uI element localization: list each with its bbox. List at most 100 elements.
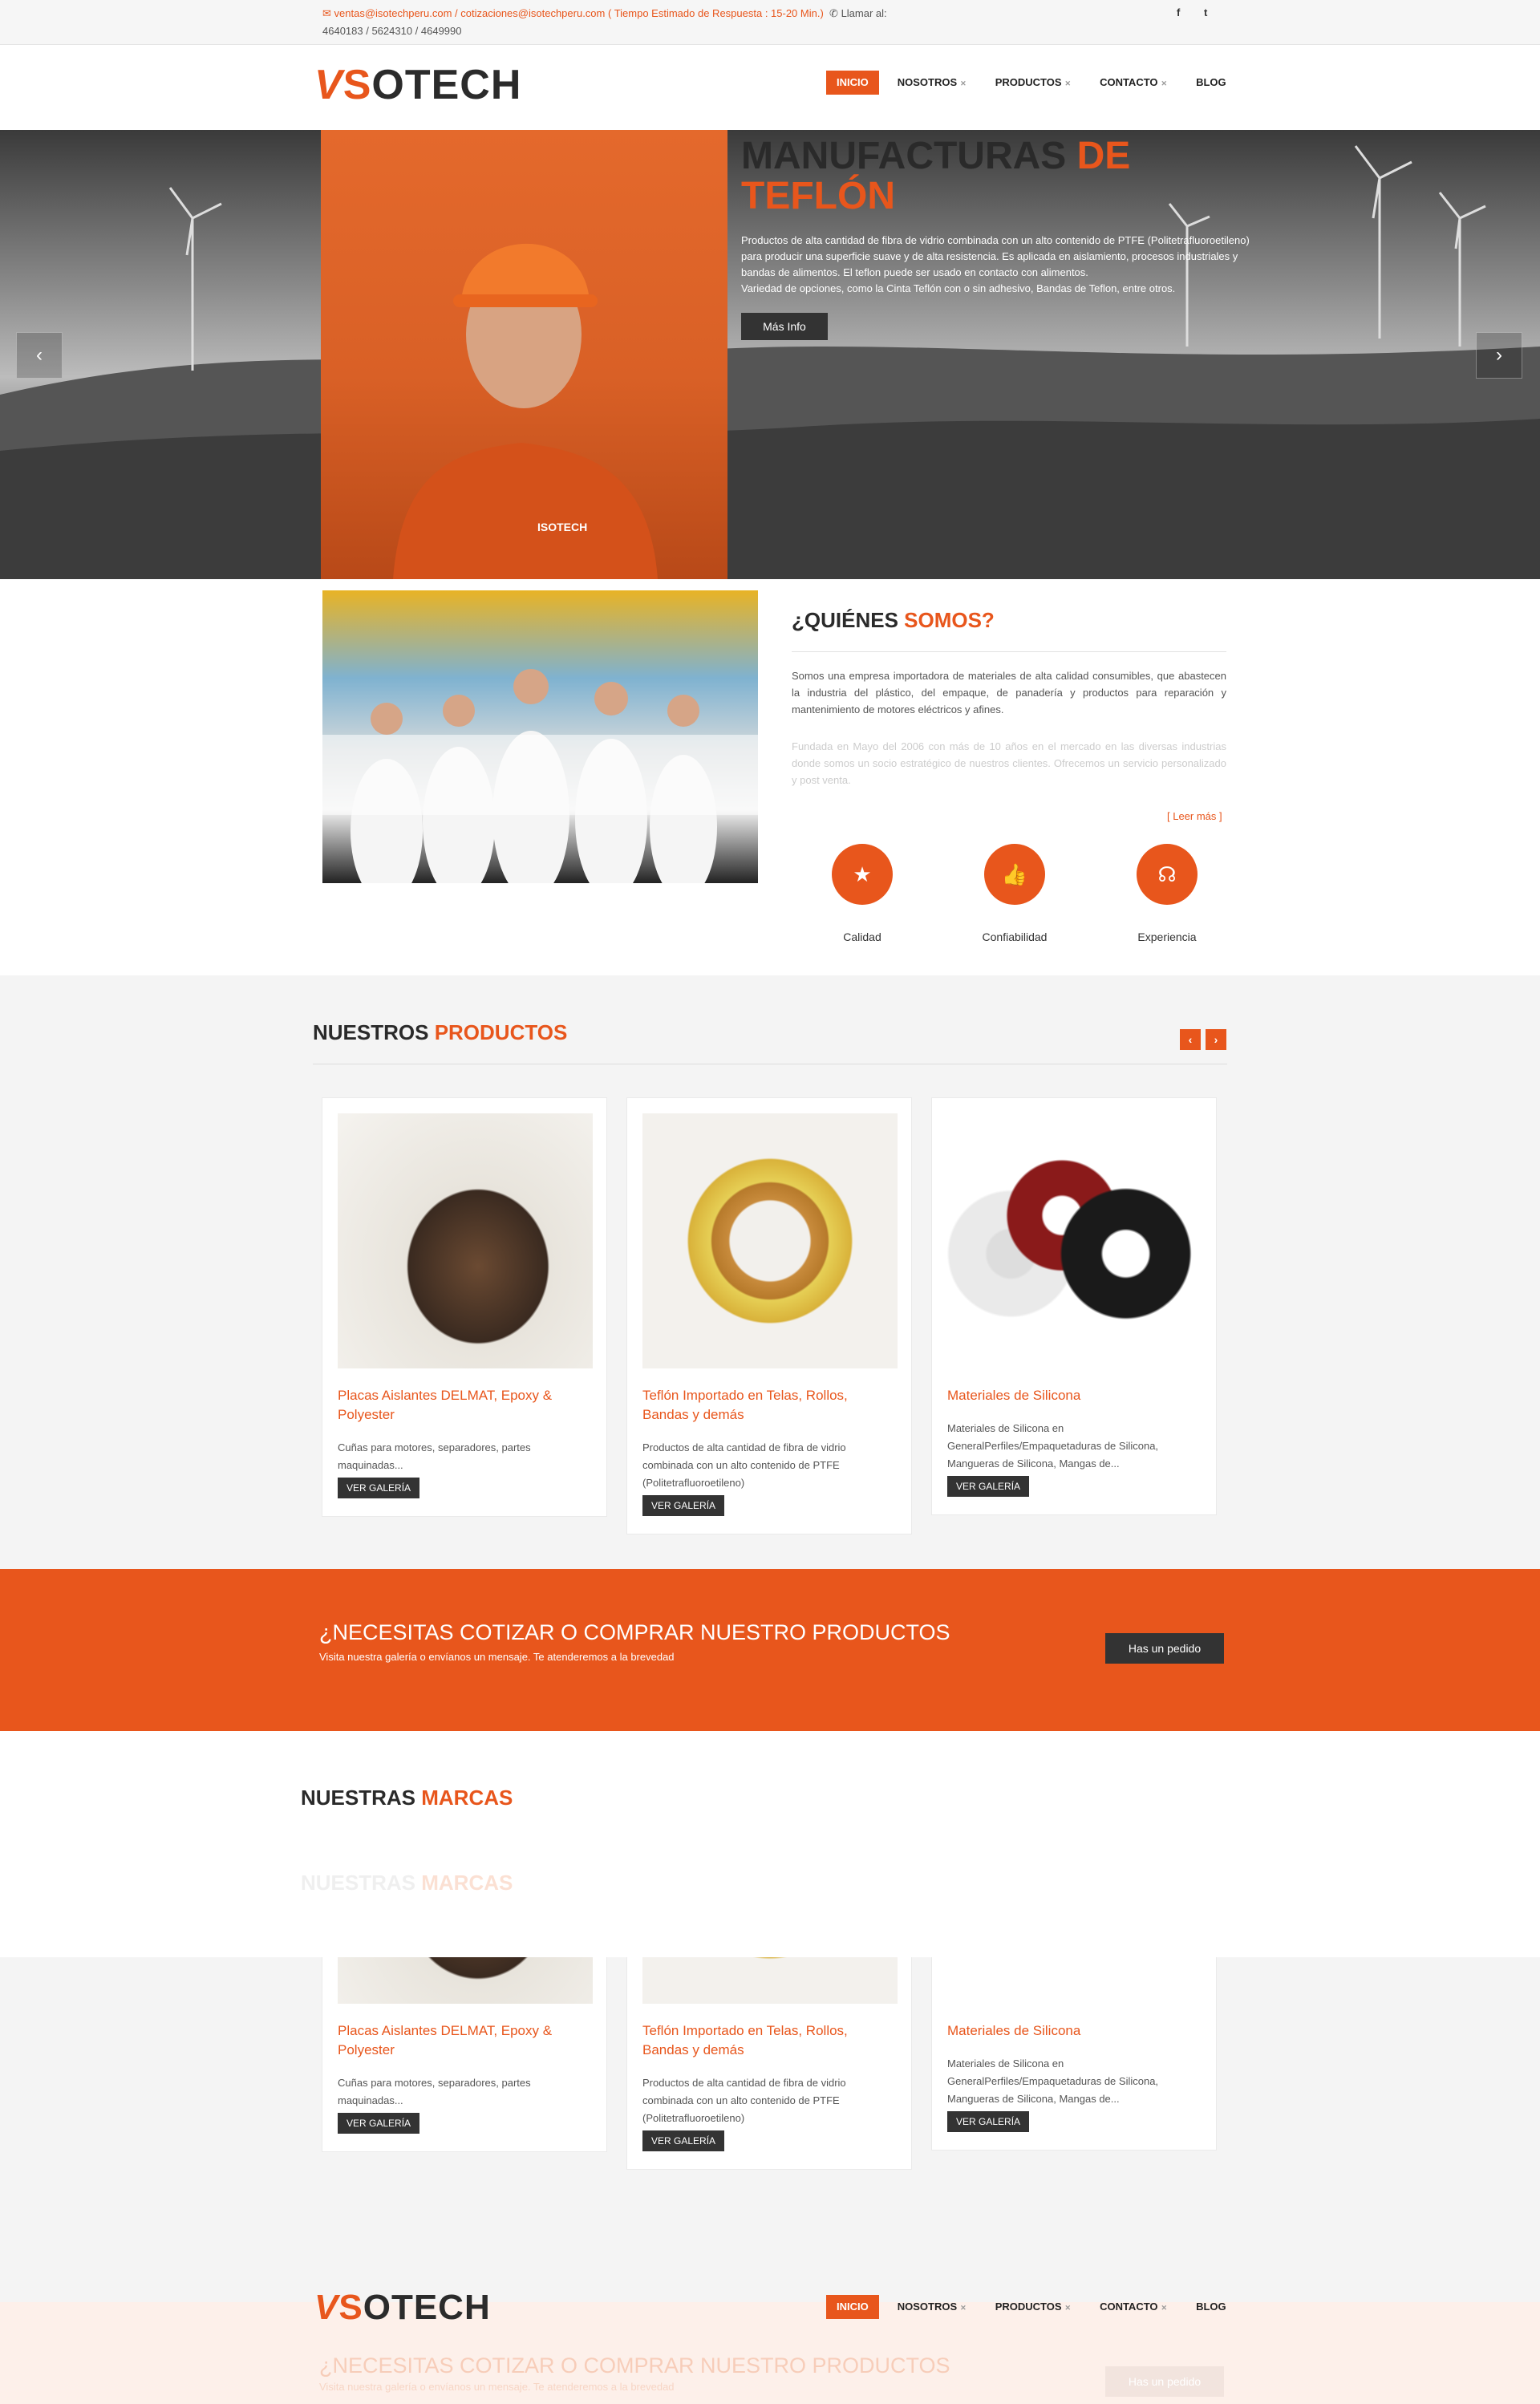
email-links[interactable]: ventas@isotechperu.com / cotizaciones@is… bbox=[334, 7, 606, 19]
about-title-a: ¿QUIÉNES bbox=[792, 608, 905, 632]
call-label: Llamar al: bbox=[841, 7, 887, 19]
nav-productos[interactable]: PRODUCTOS ✕ bbox=[985, 2295, 1081, 2319]
nav-contacto[interactable]: CONTACTO ✕ bbox=[1089, 2295, 1177, 2319]
about-title: ¿QUIÉNES SOMOS? bbox=[792, 608, 995, 633]
product-desc: Materiales de Silicona en GeneralPerfile… bbox=[947, 1422, 1159, 1470]
product-image[interactable] bbox=[642, 1113, 898, 1368]
hero-title-b: DE bbox=[1076, 135, 1131, 177]
cta-title-ghost: ¿NECESITAS COTIZAR O COMPRAR NUESTRO PRO… bbox=[319, 2353, 950, 2378]
nav-nosotros-label: NOSOTROS bbox=[897, 76, 958, 88]
product-image[interactable] bbox=[338, 1113, 593, 1368]
mail-icon: ✉ bbox=[322, 7, 331, 19]
gallery-button[interactable]: VER GALERÍA bbox=[947, 1476, 1030, 1497]
sticky-logo[interactable]: VSOTECH bbox=[314, 2288, 491, 2328]
more-info-button[interactable]: Más Info bbox=[741, 313, 828, 340]
nav-nosotros-label: NOSOTROS bbox=[897, 2301, 958, 2313]
nav-contacto-label: CONTACTO bbox=[1100, 76, 1158, 88]
divider bbox=[792, 651, 1226, 652]
hero-title-a: MANUFACTURAS bbox=[741, 135, 1077, 177]
nav-contacto-label: CONTACTO bbox=[1100, 2301, 1158, 2313]
nav-contacto[interactable]: CONTACTO ✕ bbox=[1089, 71, 1177, 95]
cta-banner bbox=[0, 1569, 1540, 1731]
headset-icon: ☊ bbox=[1137, 844, 1198, 905]
nav-blog[interactable]: BLOG bbox=[1185, 71, 1237, 95]
product-card[interactable]: Teflón Importado en Telas, Rollos, Banda… bbox=[626, 1097, 912, 1534]
nav-productos[interactable]: PRODUCTOS ✕ bbox=[985, 71, 1081, 95]
product-title[interactable]: Placas Aislantes DELMAT, Epoxy & Polyest… bbox=[338, 2021, 591, 2060]
product-image[interactable] bbox=[947, 1113, 1202, 1368]
twitter-icon[interactable]: t bbox=[1204, 6, 1207, 18]
cta-subtitle: Visita nuestra galería o envíanos un men… bbox=[319, 1651, 675, 1663]
order-button[interactable]: Has un pedido bbox=[1105, 1633, 1224, 1664]
logo-mark: V bbox=[314, 62, 343, 108]
nav-inicio[interactable]: INICIO bbox=[826, 71, 879, 95]
chevron-down-icon: ✕ bbox=[960, 79, 967, 87]
nav-nosotros[interactable]: NOSOTROS ✕ bbox=[887, 2295, 977, 2319]
worker-illustration: ISOTECH bbox=[393, 243, 658, 579]
hero-worker-photo: ISOTECH bbox=[321, 130, 727, 579]
product-title[interactable]: Teflón Importado en Telas, Rollos, Banda… bbox=[642, 2021, 896, 2060]
gallery-button[interactable]: VER GALERÍA bbox=[338, 2113, 420, 2134]
main-header bbox=[0, 45, 1540, 130]
site-logo[interactable]: VSOTECH bbox=[314, 61, 521, 109]
feature-label-confiabilidad: Confiabilidad bbox=[982, 930, 1048, 943]
product-title[interactable]: Materiales de Silicona bbox=[947, 1386, 1201, 1405]
read-more-link[interactable]: [ Leer más ] bbox=[1167, 810, 1222, 822]
product-image[interactable] bbox=[947, 1957, 1202, 2004]
order-button-ghost[interactable]: Has un pedido bbox=[1105, 2366, 1224, 2397]
chevron-down-icon: ✕ bbox=[960, 2304, 967, 2312]
product-card[interactable]: Teflón Importado en Telas, Rollos, Banda… bbox=[626, 1957, 912, 2170]
response-time: ( Tiempo Estimado de Respuesta : 15-20 M… bbox=[608, 7, 824, 19]
nav-blog[interactable]: BLOG bbox=[1185, 2295, 1237, 2319]
gallery-button[interactable]: VER GALERÍA bbox=[338, 1478, 420, 1498]
chevron-down-icon: ✕ bbox=[1161, 79, 1168, 87]
phone-numbers[interactable]: 4640183 / 5624310 / 4649990 bbox=[322, 25, 462, 37]
products-next-button[interactable]: › bbox=[1206, 1029, 1226, 1050]
phone-icon: ✆ bbox=[829, 7, 838, 19]
hero-prev-button[interactable]: ‹ bbox=[16, 332, 63, 379]
thumbs-up-icon: 👍 bbox=[984, 844, 1045, 905]
hero-text-2: Variedad de opciones, como la Cinta Tefl… bbox=[741, 282, 1176, 294]
nav-productos-label: PRODUCTOS bbox=[995, 76, 1062, 88]
products-prev-button[interactable]: ‹ bbox=[1180, 1029, 1201, 1050]
brands-ghost-a: NUESTRAS bbox=[301, 1871, 422, 1895]
product-card[interactable]: Materiales de Silicona Materiales de Sil… bbox=[931, 1957, 1217, 2151]
product-desc: Cuñas para motores, separadores, partes … bbox=[338, 1441, 531, 1471]
about-text: Somos una empresa importadora de materia… bbox=[792, 670, 1226, 716]
hero-text-1: Productos de alta cantidad de fibra de v… bbox=[741, 234, 1250, 278]
logo-s: S bbox=[338, 2288, 363, 2327]
product-title[interactable]: Teflón Importado en Telas, Rollos, Banda… bbox=[642, 1386, 896, 1425]
product-image[interactable] bbox=[642, 1957, 898, 2004]
product-card[interactable]: Placas Aislantes DELMAT, Epoxy & Polyest… bbox=[322, 1957, 607, 2152]
cta-subtitle-ghost: Visita nuestra galería o envíanos un men… bbox=[319, 2381, 675, 2393]
gallery-button[interactable]: VER GALERÍA bbox=[642, 1495, 725, 1516]
product-title[interactable]: Placas Aislantes DELMAT, Epoxy & Polyest… bbox=[338, 1386, 591, 1425]
team-illustration bbox=[322, 669, 758, 903]
hero-next-button[interactable]: › bbox=[1476, 332, 1522, 379]
products-title: NUESTROS PRODUCTOS bbox=[313, 1020, 567, 1045]
star-icon: ★ bbox=[832, 844, 893, 905]
about-text-faded: Fundada en Mayo del 2006 con más de 10 a… bbox=[792, 740, 1226, 786]
sticky-nav: INICIO NOSOTROS ✕ PRODUCTOS ✕ CONTACTO ✕ BL… bbox=[826, 2295, 1237, 2319]
logo-s: S bbox=[342, 62, 372, 108]
brands-ghost-b: MARCAS bbox=[421, 1871, 513, 1895]
product-desc: Productos de alta cantidad de fibra de v… bbox=[642, 2077, 846, 2124]
product-title[interactable]: Materiales de Silicona bbox=[947, 2021, 1201, 2041]
logo-text: OTECH bbox=[371, 62, 522, 108]
product-card[interactable]: Placas Aislantes DELMAT, Epoxy & Polyest… bbox=[322, 1097, 607, 1517]
hero-title-c: TEFLÓN bbox=[741, 175, 895, 217]
product-image[interactable] bbox=[338, 1957, 593, 2004]
gallery-button[interactable]: VER GALERÍA bbox=[642, 2130, 725, 2151]
nav-inicio[interactable]: INICIO bbox=[826, 2295, 879, 2319]
hero-description: Productos de alta cantidad de fibra de v… bbox=[741, 233, 1270, 297]
gallery-button[interactable]: VER GALERÍA bbox=[947, 2111, 1030, 2132]
contact-info: ✉ ventas@isotechperu.com / cotizaciones@… bbox=[322, 5, 964, 40]
feature-label-experiencia: Experiencia bbox=[1137, 930, 1197, 943]
products-section-duplicate: Placas Aislantes DELMAT, Epoxy & Polyest… bbox=[0, 1957, 1540, 2302]
facebook-icon[interactable]: f bbox=[1177, 6, 1180, 18]
nav-nosotros[interactable]: NOSOTROS ✕ bbox=[887, 71, 977, 95]
products-title-b: PRODUCTOS bbox=[434, 1020, 568, 1044]
feature-label-calidad: Calidad bbox=[843, 930, 881, 943]
brands-title: NUESTRAS MARCAS bbox=[301, 1786, 513, 1810]
product-card[interactable]: Materiales de Silicona Materiales de Sil… bbox=[931, 1097, 1217, 1515]
